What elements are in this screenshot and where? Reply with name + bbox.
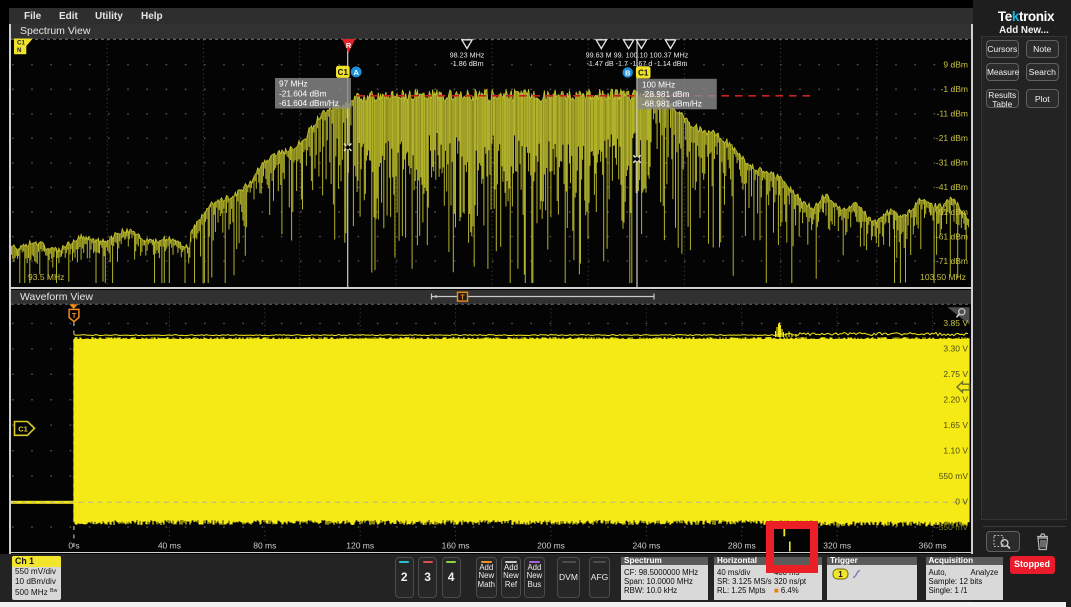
svg-text:240 ms: 240 ms [632, 541, 660, 551]
svg-text:40 ms: 40 ms [158, 541, 181, 551]
svg-text:3.30 V: 3.30 V [943, 344, 968, 354]
svg-text:80 ms: 80 ms [253, 541, 276, 551]
svg-text:2.20 V: 2.20 V [943, 395, 968, 405]
svg-text:280 ms: 280 ms [728, 541, 756, 551]
svg-text:1.10 V: 1.10 V [943, 445, 968, 455]
svg-text:C1: C1 [18, 425, 28, 434]
svg-text:1: 1 [838, 570, 843, 579]
svg-text:T: T [72, 311, 77, 320]
svg-text:550 mV: 550 mV [939, 471, 969, 481]
svg-text:1.65 V: 1.65 V [943, 420, 968, 430]
svg-text:3.85 V: 3.85 V [943, 318, 968, 328]
svg-text:-550 mV: -550 mV [936, 522, 968, 532]
svg-text:160 ms: 160 ms [442, 541, 470, 551]
svg-text:2.75 V: 2.75 V [943, 369, 968, 379]
svg-text:360 ms: 360 ms [919, 541, 947, 551]
svg-text:120 ms: 120 ms [346, 541, 374, 551]
svg-text:200 ms: 200 ms [537, 541, 565, 551]
svg-text:0 s: 0 s [68, 541, 79, 551]
svg-text:320 ms: 320 ms [823, 541, 851, 551]
svg-text:T: T [460, 295, 465, 302]
svg-text:0 V: 0 V [955, 496, 968, 506]
